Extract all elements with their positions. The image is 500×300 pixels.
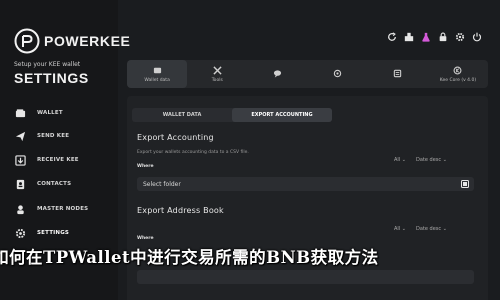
export-accounting-description: Export your wallets accounting data to a… [137,150,249,155]
tab-wallet-data[interactable]: Wallet data [127,60,188,88]
tab-list[interactable] [368,60,428,88]
sidebar-item-settings[interactable]: SETTINGS [14,225,114,241]
flask-icon[interactable] [419,30,433,44]
sidebar-item-label: CONTACTS [37,181,72,187]
folder-select-text: Select folder [143,180,181,188]
network-icon [333,68,343,78]
filter-all-dropdown[interactable]: All ⌄ [394,226,406,232]
core-icon [453,66,463,76]
sidebar-item-label: WALLET [37,110,63,116]
page-title: SETTINGS [14,70,89,86]
sidebar-item-label: RECEIVE KEE [37,157,79,163]
filter-sort-dropdown[interactable]: Date desc ⌄ [416,157,447,163]
brand-name: POWERKEE [44,33,131,49]
sidebar-item-receive[interactable]: RECEIVE KEE [14,152,114,168]
tools-icon [212,66,222,76]
filter-sort-label: Date desc [416,157,442,163]
folder-icon[interactable] [461,180,469,188]
chevron-down-icon: ⌄ [401,157,406,163]
tab-tools[interactable]: Tools [187,60,247,88]
vote-icon[interactable] [402,30,416,44]
sidebar-item-contacts[interactable]: CONTACTS [14,176,114,192]
overlay-headline: 如何在TPWallet中进行交易所需的BNB获取方法 [0,248,379,267]
gear-icon[interactable] [453,30,467,44]
subtab-export-accounting[interactable]: EXPORT ACCOUNTING [232,108,332,122]
lock-icon[interactable] [436,30,450,44]
chevron-down-icon: ⌄ [442,157,447,163]
wallet-icon [14,107,26,119]
tab-network[interactable] [308,60,368,88]
powerkee-logo [14,28,40,54]
quit-icon[interactable] [470,30,484,44]
filter-all-dropdown[interactable]: All ⌄ [394,157,406,163]
top-toolbar [385,30,484,44]
settings-icon [14,227,26,239]
sidebar-item-label: SEND KEE [37,133,70,139]
wallet-data-icon [152,66,162,76]
tab-label: Tools [211,77,223,83]
filter-all-label: All [394,157,401,163]
settings-tabs: Wallet data Tools Kee Core (v 4.0) [127,60,488,88]
sidebar-item-wallet[interactable]: WALLET [14,105,114,121]
tab-label: Wallet data [144,77,170,83]
chat-icon [272,68,282,78]
where-label: Where [137,164,154,169]
filter-all-label: All [394,226,401,232]
masternode-icon [14,203,26,215]
folder-select-input[interactable]: Select folder [137,177,474,191]
chevron-down-icon: ⌄ [401,226,406,232]
list-icon [393,68,403,78]
subtabs: WALLET DATA EXPORT ACCOUNTING [132,108,332,122]
sidebar-item-label: MASTER NODES [37,206,89,212]
filter-row: All ⌄ Date desc ⌄ [394,157,447,163]
sidebar-item-masternodes[interactable]: MASTER NODES [14,201,114,217]
subtab-wallet-data[interactable]: WALLET DATA [132,108,232,122]
filter-sort-dropdown[interactable]: Date desc ⌄ [416,226,447,232]
setup-subtitle: Setup your KEE wallet [14,61,81,68]
filter-row: All ⌄ Date desc ⌄ [394,226,447,232]
filter-sort-label: Date desc [416,226,442,232]
chevron-down-icon: ⌄ [442,226,447,232]
tab-label: Kee Core (v 4.0) [439,77,477,83]
address-book-folder-input[interactable] [137,270,474,284]
receive-icon [14,154,26,166]
where-label: Where [137,236,154,241]
sidebar-item-label: SETTINGS [37,230,70,236]
export-address-book-title: Export Address Book [137,206,224,215]
tab-kee-core[interactable]: Kee Core (v 4.0) [428,60,488,88]
refresh-icon[interactable] [385,30,399,44]
sidebar-item-send[interactable]: SEND KEE [14,128,114,144]
export-accounting-title: Export Accounting [137,133,214,142]
tab-chat[interactable] [247,60,307,88]
send-icon [14,130,26,142]
contacts-icon [14,178,26,190]
